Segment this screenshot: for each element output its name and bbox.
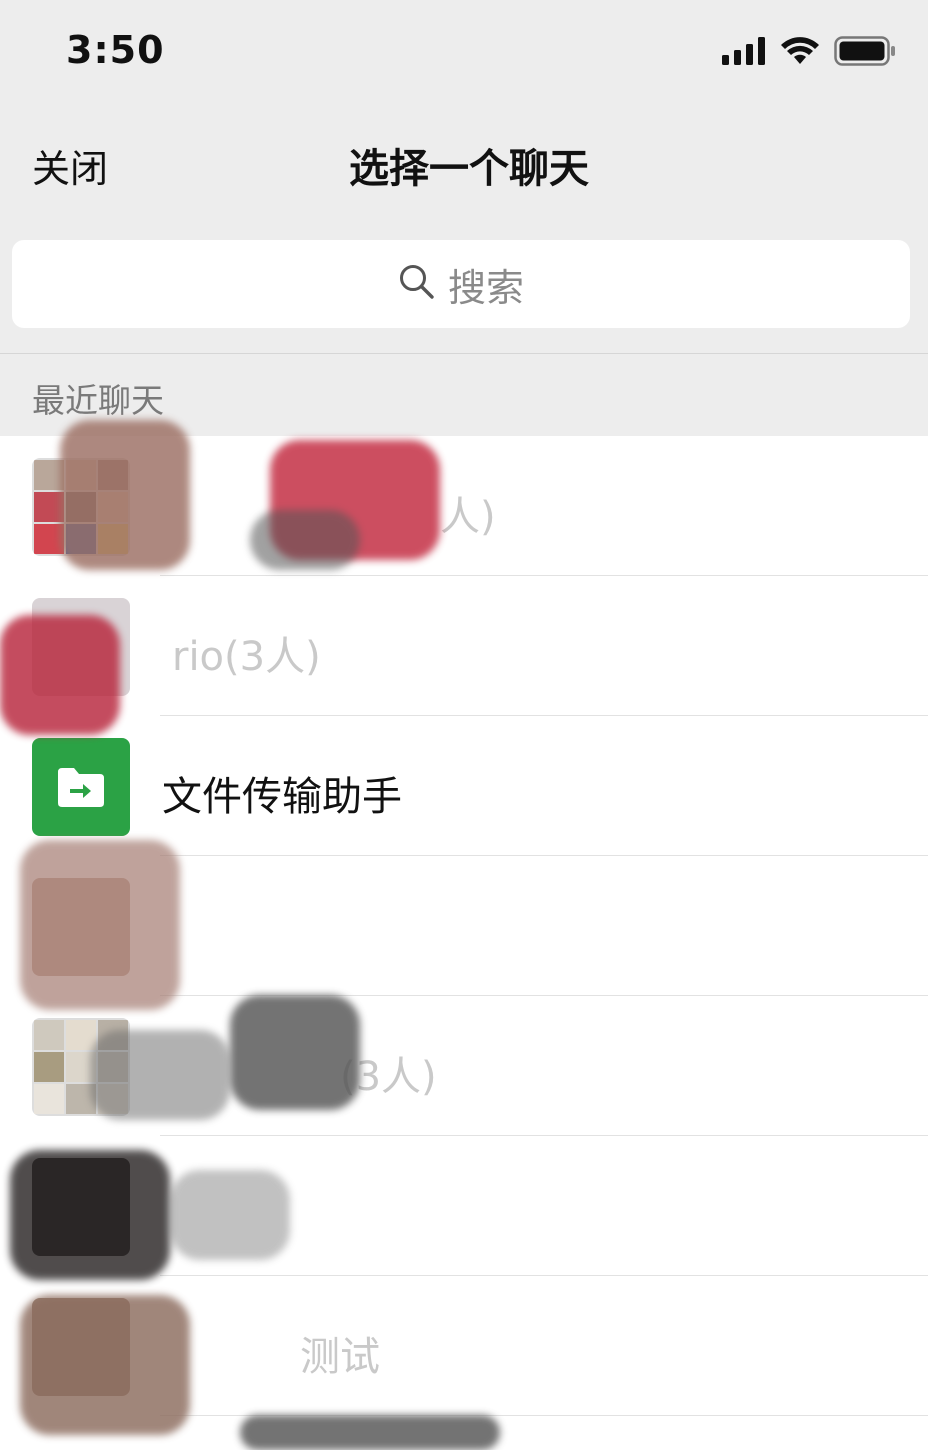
search-placeholder: 搜索 [447, 265, 524, 310]
chat-item[interactable]: 人) [0, 436, 928, 576]
chat-name: 文件传输助手 [162, 774, 402, 820]
avatar [32, 1298, 130, 1396]
group-avatar [32, 458, 130, 556]
battery-icon [834, 36, 896, 70]
chat-name: 测试 [300, 1334, 380, 1380]
avatar [32, 1158, 130, 1256]
chat-item[interactable]: 文件传输助手 [0, 716, 928, 856]
chat-name: (3人) [340, 1054, 437, 1100]
nav-bar: 关闭 选择一个聊天 [0, 112, 928, 212]
chat-item[interactable] [0, 856, 928, 996]
chat-item[interactable] [0, 1136, 928, 1276]
chat-item[interactable]: 测试 [0, 1276, 928, 1416]
chat-item[interactable]: rio(3人) [0, 576, 928, 716]
chat-item[interactable]: (3人) [0, 996, 928, 1136]
search-input[interactable]: 搜索 [12, 240, 910, 328]
status-bar: 3:50 [0, 0, 928, 100]
chat-name: 人) [440, 494, 496, 540]
page-title: 选择一个聊天 [349, 146, 589, 192]
avatar [32, 598, 130, 696]
group-avatar [32, 1018, 130, 1116]
status-time: 3:50 [66, 28, 165, 72]
share-chat-picker-screen: 3:50 关闭 选择一个聊天 搜索 最近聊天 人) rio(3人) 文件传输助手… [0, 0, 928, 1450]
search-icon [398, 263, 436, 305]
signal-icon [722, 37, 766, 69]
divider [0, 353, 928, 354]
avatar [32, 878, 130, 976]
status-icons [722, 36, 896, 70]
chat-list: 人) rio(3人) 文件传输助手 (3人) 测试 [0, 436, 928, 1450]
file-transfer-icon [32, 738, 130, 836]
recent-chats-header: 最近聊天 [32, 381, 164, 420]
chat-name: rio(3人) [172, 634, 321, 680]
wifi-icon [780, 36, 820, 70]
